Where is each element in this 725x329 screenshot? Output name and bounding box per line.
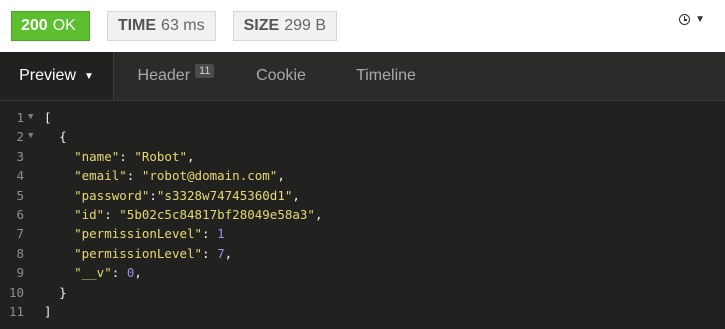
response-status-bar: 200 OK TIME 63 ms SIZE 299 B ▼	[0, 0, 725, 52]
open-brace: {	[59, 129, 67, 145]
response-tabs: Preview ▼ Header 11 Cookie Timeline	[0, 52, 725, 101]
json-key: "id"	[74, 206, 105, 222]
json-key: "email"	[74, 168, 127, 184]
code-line: 11 ]	[0, 302, 725, 321]
code-line: 10 }	[0, 283, 725, 302]
close-bracket: ]	[44, 303, 52, 319]
code-line: 8 "permissionLevel": 7,	[0, 244, 725, 263]
status-text: OK	[52, 17, 76, 34]
line-number: 3	[16, 148, 24, 164]
size-badge: SIZE 299 B	[232, 11, 337, 41]
time-badge: TIME 63 ms	[106, 11, 216, 41]
json-key: "password"	[74, 187, 150, 203]
header-count-badge: 11	[195, 64, 215, 78]
line-number: 8	[16, 245, 24, 261]
response-body-viewer[interactable]: 1 ▼ [ 2 ▼ { 3 "name": "Robot", 4 "email"…	[0, 101, 725, 329]
line-number: 6	[16, 206, 24, 222]
code-line: 2 ▼ {	[0, 127, 725, 146]
size-value: 299 B	[284, 17, 326, 34]
code-line: 3 "name": "Robot",	[0, 147, 725, 166]
tab-cookie[interactable]: Cookie	[238, 52, 324, 100]
line-number: 7	[16, 226, 24, 242]
json-value: "5b02c5c84817bf28049e58a3"	[119, 206, 315, 222]
line-number: 9	[16, 265, 24, 281]
chevron-down-icon: ▼	[84, 70, 94, 82]
json-key: "permissionLevel"	[74, 226, 203, 242]
code-line: 7 "permissionLevel": 1	[0, 224, 725, 243]
line-number: 10	[8, 284, 24, 300]
json-key: "permissionLevel"	[74, 245, 203, 261]
time-value: 63 ms	[161, 17, 205, 34]
clock-icon	[679, 14, 691, 25]
chevron-down-icon: ▼	[695, 14, 705, 25]
time-label: TIME	[117, 17, 157, 34]
json-value: "robot@domain.com"	[141, 168, 278, 184]
code-line: 4 "email": "robot@domain.com",	[0, 166, 725, 185]
json-value: "s3328w74745360d1"	[156, 187, 293, 203]
tab-cookie-label: Cookie	[256, 67, 306, 84]
status-badge: 200 OK	[11, 11, 90, 41]
fold-icon[interactable]: ▼	[24, 127, 44, 146]
json-value: "Robot"	[134, 148, 188, 164]
code-line: 5 "password":"s3328w74745360d1",	[0, 186, 725, 205]
tab-preview-label: Preview	[19, 67, 76, 84]
json-value: 1	[217, 226, 225, 242]
code-line: 1 ▼ [	[0, 108, 725, 127]
size-label: SIZE	[243, 17, 280, 34]
close-brace: }	[59, 284, 67, 300]
history-dropdown[interactable]: ▼	[679, 14, 705, 25]
code-line: 6 "id": "5b02c5c84817bf28049e58a3",	[0, 205, 725, 224]
line-number: 5	[16, 187, 24, 203]
json-key: "__v"	[74, 265, 112, 281]
line-number: 4	[16, 168, 24, 184]
tab-timeline[interactable]: Timeline	[324, 52, 448, 100]
code-line: 9 "__v": 0,	[0, 263, 725, 282]
tab-preview[interactable]: Preview ▼	[0, 52, 114, 100]
json-key: "name"	[74, 148, 120, 164]
line-number: 1	[16, 110, 24, 125]
open-bracket: [	[44, 110, 52, 125]
status-code: 200	[21, 17, 48, 34]
line-number: 11	[8, 303, 24, 319]
tab-header[interactable]: Header 11	[114, 52, 238, 100]
tab-timeline-label: Timeline	[356, 67, 416, 84]
line-number: 2	[16, 129, 24, 145]
tab-header-label: Header	[137, 67, 191, 84]
json-value: 7	[217, 245, 225, 261]
fold-icon[interactable]: ▼	[24, 108, 44, 127]
